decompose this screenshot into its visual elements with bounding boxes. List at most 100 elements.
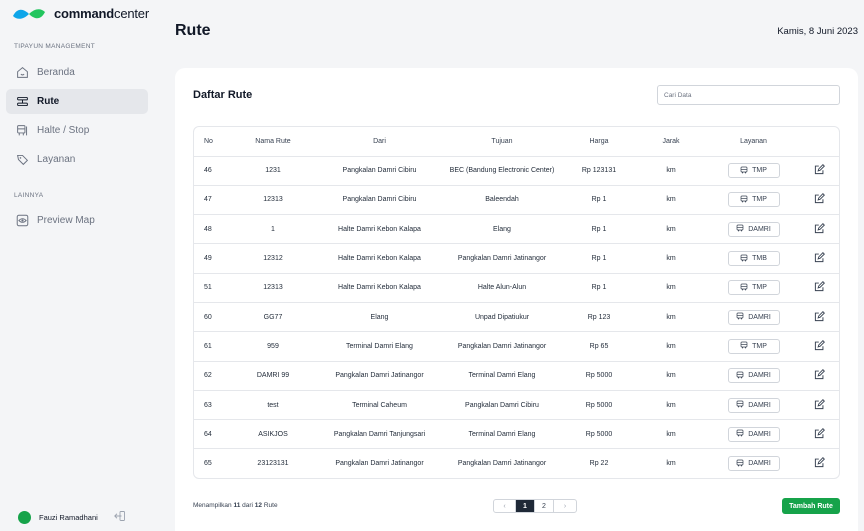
cell-action (800, 273, 839, 303)
column-header-tujuan[interactable]: Tujuan (441, 127, 563, 157)
cell-jarak: km (666, 460, 676, 468)
cell-layanan: DAMRI (707, 449, 800, 478)
page-title: Rute (175, 22, 211, 39)
user-profile: Fauzi Ramadhani (18, 510, 126, 525)
sidebar-item-label: Preview Map (37, 215, 95, 226)
cell-action (800, 243, 839, 274)
bus-icon (736, 371, 744, 381)
service-badge[interactable]: DAMRI (727, 397, 780, 413)
service-badge[interactable]: DAMRI (727, 426, 780, 442)
service-icon (17, 154, 29, 166)
service-badge[interactable]: DAMRI (727, 309, 780, 325)
column-header-layanan[interactable]: Layanan (707, 127, 800, 157)
cell-tujuan: Unpad Dipatiukur (441, 302, 563, 333)
sidebar-item-beranda[interactable]: Beranda (6, 60, 148, 85)
add-route-button[interactable]: Tambah Rute (782, 498, 840, 514)
edit-icon[interactable] (814, 457, 825, 470)
column-header-harga[interactable]: Harga (563, 127, 635, 157)
cell-action (800, 331, 839, 362)
sidebar-item-label: Rute (37, 96, 60, 107)
sidebar-item-halte[interactable]: Halte / Stop (6, 118, 148, 143)
page-button-1[interactable]: 1 (516, 500, 535, 512)
edit-icon[interactable] (814, 398, 825, 412)
pagination-summary: Menampilkan 11 dari 12 Rute (193, 502, 278, 509)
search-input[interactable] (657, 85, 840, 105)
next-page-button[interactable]: › (554, 500, 576, 512)
column-header-jarak[interactable]: Jarak (635, 127, 707, 157)
service-badge-label: TMB (752, 255, 767, 263)
service-badge[interactable]: TMP (727, 338, 780, 354)
service-badge-label: DAMRI (748, 372, 771, 380)
cell-layanan: DAMRI (707, 361, 800, 391)
service-badge[interactable]: DAMRI (727, 456, 780, 472)
edit-icon[interactable] (814, 427, 825, 441)
page-button-2[interactable]: 2 (535, 500, 554, 512)
bus-icon (736, 459, 744, 469)
cell-dari: Pangkalan Damri Jatinangor (335, 460, 424, 468)
table-row: 47 12313 Pangkalan Damri Cibiru Baleendah Rp… (194, 185, 839, 216)
bus-icon (740, 166, 748, 176)
edit-icon[interactable] (814, 369, 825, 382)
cell-jarak: km (635, 419, 707, 450)
cell-tujuan: Baleendah (441, 185, 563, 216)
service-badge[interactable]: TMP (727, 163, 780, 179)
cell-nama-rute: 959 (228, 331, 318, 362)
cell-layanan: TMB (707, 243, 800, 274)
table-row: 65 23123131 Pangkalan Damri Jatinangor Pang… (194, 449, 839, 478)
edit-icon[interactable] (814, 164, 825, 177)
column-header-dari[interactable]: Dari (318, 127, 441, 157)
app-name: commandcenter (54, 6, 149, 21)
avatar[interactable] (18, 511, 31, 524)
edit-icon[interactable] (814, 252, 825, 265)
cell-tujuan: Terminal Damri Elang (441, 361, 563, 391)
cell-tujuan: Elang (441, 214, 563, 245)
route-list-card: Daftar Rute No Nama Rute Dari Tujuan Har… (175, 68, 858, 531)
cell-jarak: km (635, 273, 707, 303)
cell-no: 63 (194, 390, 228, 421)
bus-icon (736, 224, 744, 234)
table-row: 46 1231 Pangkalan Damri Cibiru BEC (Bandung… (194, 156, 839, 186)
edit-icon[interactable] (814, 339, 825, 353)
service-badge-label: TMP (752, 167, 767, 175)
cell-harga: Rp 65 (563, 331, 635, 362)
logout-icon[interactable] (113, 510, 126, 525)
service-badge[interactable]: TMP (727, 192, 780, 208)
sidebar-item-preview-map[interactable]: Preview Map (6, 208, 148, 233)
edit-icon[interactable] (814, 281, 825, 294)
cell-harga: Rp 1 (563, 185, 635, 216)
service-badge-label: DAMRI (748, 225, 771, 233)
table-row: 61 959 Terminal Damri Elang Pangkalan Damri… (194, 331, 839, 362)
sidebar-item-layanan[interactable]: Layanan (6, 147, 148, 172)
app-logo[interactable]: commandcenter (12, 6, 149, 21)
table-row: 62 DAMRI 99 Pangkalan Damri Jatinangor Term… (194, 361, 839, 391)
cell-harga: Rp 5000 (563, 361, 635, 391)
card-title: Daftar Rute (193, 89, 253, 101)
cell-jarak: km (635, 243, 707, 274)
eye-icon (16, 214, 29, 227)
edit-icon[interactable] (814, 193, 825, 206)
cell-tujuan: Pangkalan Damri Cibiru (441, 390, 563, 421)
cell-nama-rute: 12312 (228, 243, 318, 274)
edit-icon[interactable] (814, 222, 825, 236)
cell-no: 60 (194, 302, 228, 333)
service-badge[interactable]: DAMRI (727, 368, 780, 384)
service-badge[interactable]: DAMRI (727, 221, 780, 237)
service-badge[interactable]: TMB (727, 251, 780, 267)
user-name: Fauzi Ramadhani (39, 513, 98, 522)
pagination: ‹ 1 2 › (493, 499, 577, 513)
cell-nama-rute: 1 (228, 214, 318, 245)
column-header-no[interactable]: No (194, 127, 228, 157)
cell-layanan: TMP (707, 331, 800, 362)
service-badge[interactable]: TMP (727, 280, 780, 296)
cell-action (800, 156, 839, 186)
cell-tujuan: Pangkalan Damri Jatinangor (457, 460, 547, 468)
cell-dari: Terminal Damri Elang (318, 331, 441, 362)
cell-harga: Rp 1 (563, 214, 635, 245)
prev-page-button[interactable]: ‹ (494, 500, 516, 512)
cell-nama-rute: ASIKJOS (228, 419, 318, 450)
sidebar-item-rute[interactable]: Rute (6, 89, 148, 114)
edit-icon[interactable] (814, 310, 825, 324)
column-header-nama-rute[interactable]: Nama Rute (228, 127, 318, 157)
cell-no: 47 (194, 185, 228, 216)
cell-tujuan: Terminal Damri Elang (441, 419, 563, 450)
